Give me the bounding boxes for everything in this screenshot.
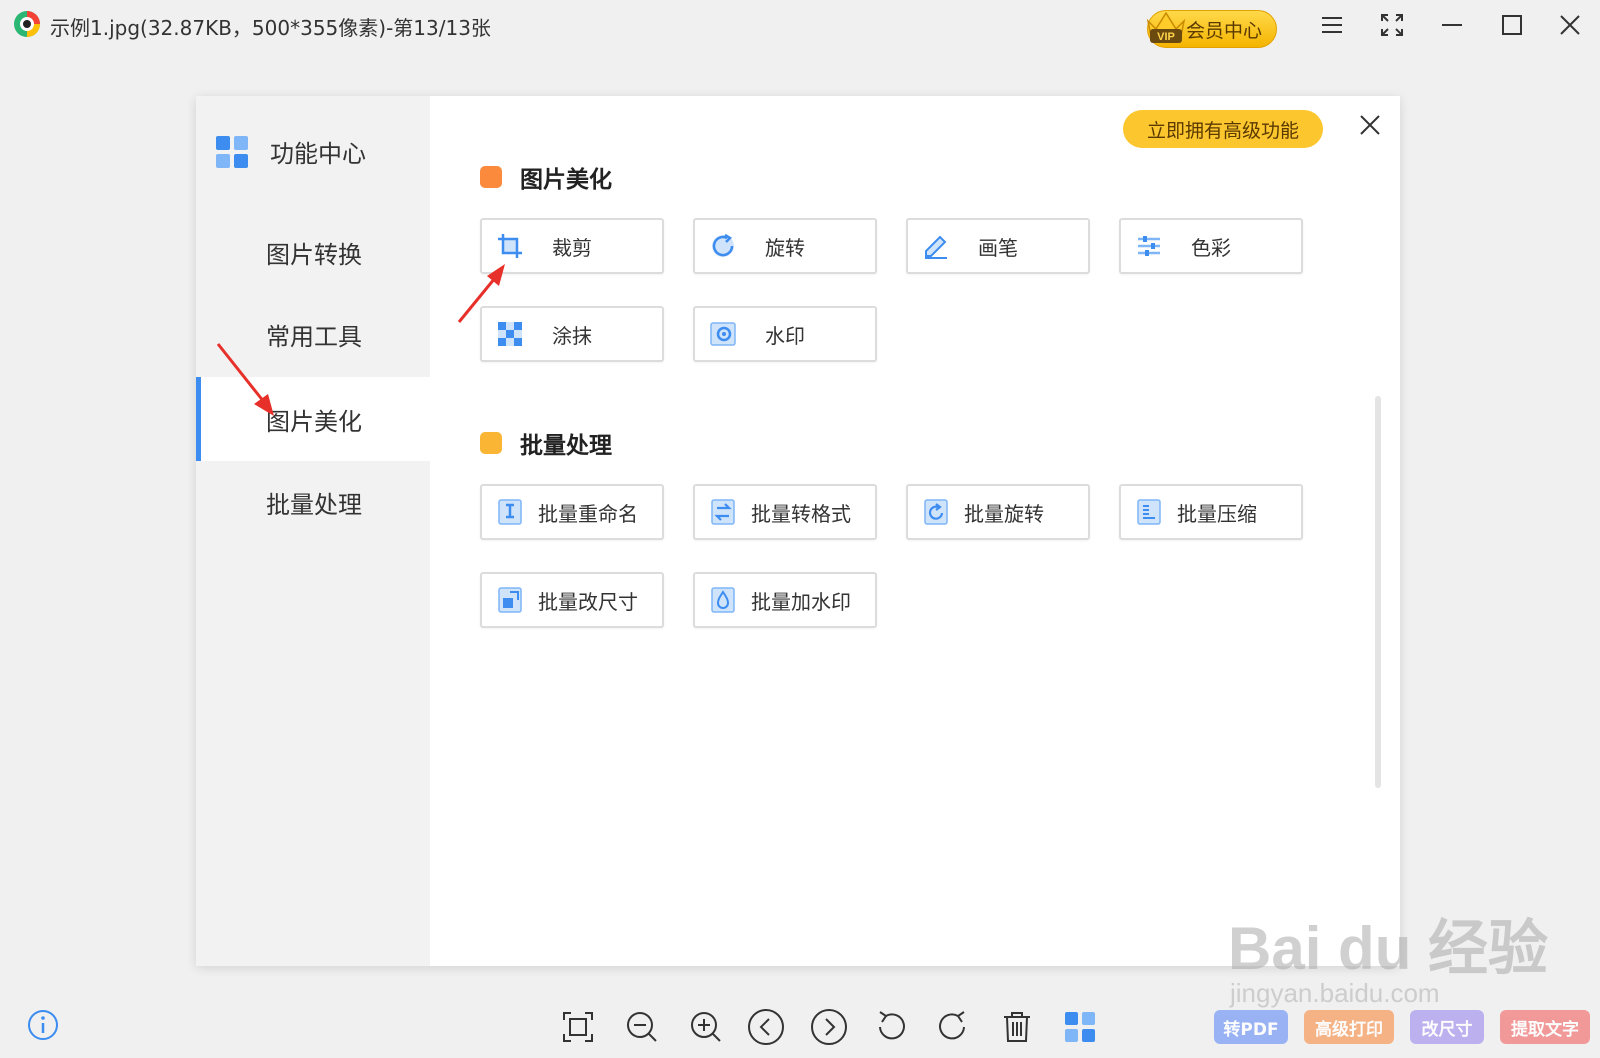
batch-resize-icon [498,587,522,613]
brush-icon [925,235,947,259]
section-title-batch: 批量处理 [480,426,612,460]
content-scrollbar[interactable] [1375,396,1381,788]
delete-icon[interactable] [997,1007,1037,1047]
watermark-button[interactable]: 水印 [693,306,877,362]
batch-rename-button[interactable]: 批量重命名 [480,484,664,540]
sidebar-item-label: 图片转换 [266,240,362,269]
to-pdf-button[interactable]: 转PDF [1214,1010,1288,1044]
dialog-content: 立即拥有高级功能 图片美化 裁剪 旋转 画笔 色彩 涂抹 水印 批量处理 批量重… [430,96,1400,966]
sidebar-item-image-convert[interactable]: 图片转换 [196,210,430,294]
batch-rename-icon [498,499,522,525]
brush-button[interactable]: 画笔 [906,218,1090,274]
close-window-icon[interactable] [1555,10,1585,40]
tool-label: 色彩 [1191,235,1231,260]
batch-convert-icon [711,499,735,525]
info-icon[interactable] [26,1008,60,1042]
sidebar: 功能中心 图片转换 常用工具 图片美化 批量处理 [196,96,430,966]
smudge-button[interactable]: 涂抹 [480,306,664,362]
zoom-out-icon[interactable] [622,1007,662,1047]
batch-rotate-icon [924,499,948,525]
section-title-beautify: 图片美化 [480,160,612,194]
tool-label: 批量改尺寸 [538,589,638,614]
color-button[interactable]: 色彩 [1119,218,1303,274]
sidebar-header: 功能中心 [216,134,366,169]
window-title: 示例1.jpg(32.87KB，500*355像素)-第13/13张 [50,16,491,40]
function-center-icon[interactable] [1060,1007,1100,1047]
close-dialog-icon[interactable] [1355,110,1385,140]
vip-crown-icon: VIP [1146,11,1186,43]
maximize-icon[interactable] [1497,10,1527,40]
grid-icon [216,135,248,168]
batch-resize-button[interactable]: 批量改尺寸 [480,572,664,628]
baidu-watermark-url: jingyan.baidu.com [1230,978,1440,1008]
tool-label: 涂抹 [552,323,592,348]
upgrade-features-button[interactable]: 立即拥有高级功能 [1123,110,1323,148]
sidebar-item-label: 常用工具 [266,322,362,351]
sidebar-item-batch-processing[interactable]: 批量处理 [196,460,430,544]
app-logo-icon [14,11,40,37]
next-icon[interactable] [809,1007,849,1047]
tool-label: 水印 [765,323,805,348]
baidu-watermark: Bai du 经验 [1228,915,1549,982]
batch-compress-icon [1137,499,1161,525]
tool-label: 裁剪 [552,235,592,260]
tool-label: 批量旋转 [964,501,1044,526]
batch-rotate-button[interactable]: 批量旋转 [906,484,1090,540]
batch-convert-button[interactable]: 批量转格式 [693,484,877,540]
crop-icon [498,234,522,258]
vip-center-button[interactable]: VIP 会员中心 [1146,10,1277,48]
section-title-text: 图片美化 [520,167,612,193]
tool-label: 批量转格式 [751,501,851,526]
section-marker [480,432,502,454]
batch-watermark-icon [711,587,735,613]
menu-icon[interactable] [1317,10,1347,40]
advanced-print-button[interactable]: 高级打印 [1304,1010,1394,1044]
minimize-icon[interactable] [1437,10,1467,40]
batch-watermark-button[interactable]: 批量加水印 [693,572,877,628]
sidebar-title: 功能中心 [270,140,366,168]
title-bar: 示例1.jpg(32.87KB，500*355像素)-第13/13张 VIP 会… [0,0,1600,52]
function-center-dialog: 功能中心 图片转换 常用工具 图片美化 批量处理 立即拥有高级功能 图片美化 裁… [196,96,1400,966]
tool-label: 旋转 [765,235,805,260]
vip-center-label: 会员中心 [1185,19,1262,42]
rotate-right-icon[interactable] [934,1007,974,1047]
section-title-text: 批量处理 [520,433,612,459]
rotate-icon [712,233,734,257]
tool-label: 批量重命名 [538,501,638,526]
sidebar-item-common-tools[interactable]: 常用工具 [196,292,430,376]
sidebar-item-label: 批量处理 [266,490,362,519]
rotate-left-icon[interactable] [870,1007,910,1047]
fullscreen-icon[interactable] [1377,10,1407,40]
batch-compress-button[interactable]: 批量压缩 [1119,484,1303,540]
sidebar-item-label: 图片美化 [266,407,362,436]
previous-icon[interactable] [746,1007,786,1047]
sidebar-item-image-beautify[interactable]: 图片美化 [196,377,430,461]
zoom-in-icon[interactable] [686,1007,726,1047]
rotate-button[interactable]: 旋转 [693,218,877,274]
tool-label: 画笔 [978,235,1018,260]
fit-screen-icon[interactable] [558,1007,598,1047]
color-adjust-icon [1138,236,1160,256]
mosaic-icon [498,322,522,346]
crop-button[interactable]: 裁剪 [480,218,664,274]
section-marker [480,166,502,188]
tool-label: 批量压缩 [1177,501,1257,526]
vip-badge-text: VIP [1157,31,1175,43]
resize-button[interactable]: 改尺寸 [1410,1010,1484,1044]
watermark-icon [710,322,736,346]
tool-label: 批量加水印 [751,589,851,614]
extract-text-button[interactable]: 提取文字 [1500,1010,1590,1044]
